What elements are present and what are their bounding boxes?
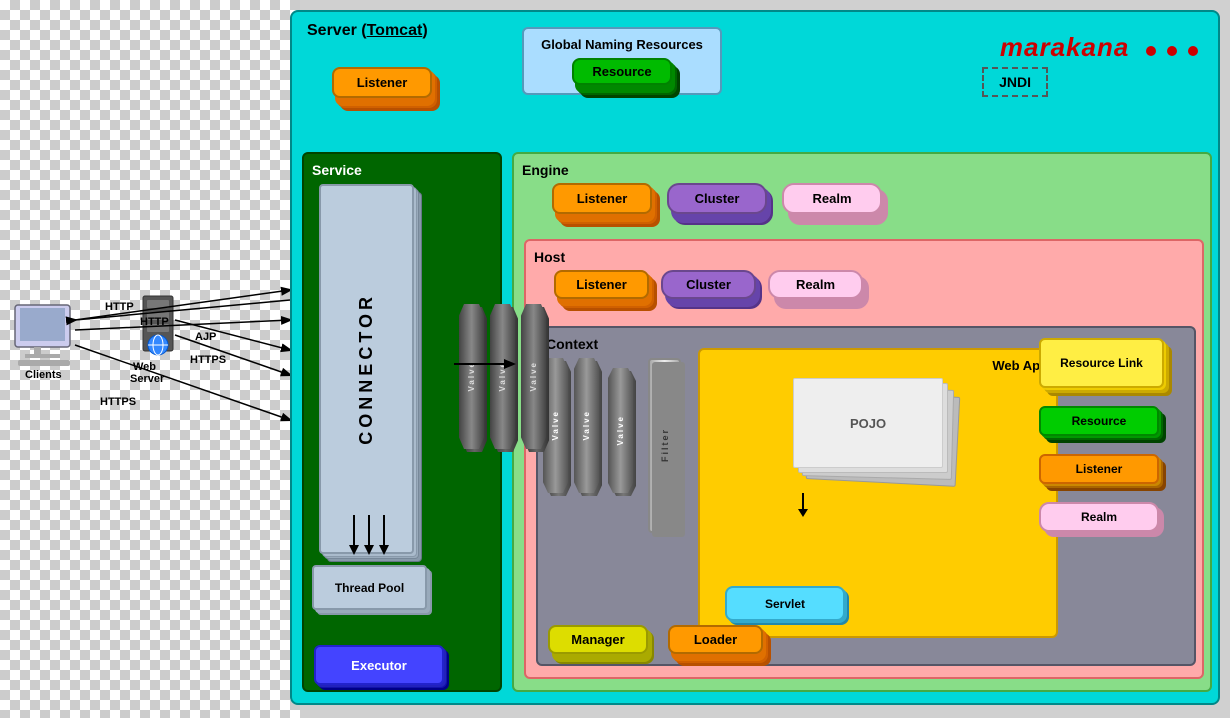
- executor-area: Executor: [314, 645, 444, 685]
- host-container: Host Listener Cluster: [524, 239, 1204, 679]
- svg-text:HTTP: HTTP: [140, 316, 169, 328]
- jndi-label: JNDI: [999, 74, 1031, 90]
- host-realm-button: Realm: [768, 270, 863, 299]
- engine-realm-label: Realm: [782, 183, 882, 214]
- valve-2: Valve: [574, 358, 602, 498]
- servlet-label: Servlet: [765, 597, 805, 611]
- host-cluster-label: Cluster: [661, 270, 756, 299]
- engine-valve-1: Valve: [459, 304, 487, 454]
- context-realm-button: Realm: [1039, 502, 1164, 537]
- inner-valve-label: Valve: [616, 415, 625, 445]
- engine-listener-label: Listener: [552, 183, 652, 214]
- context-right-column: Resource Link Resource Listene: [1039, 338, 1189, 537]
- pojo-front: POJO: [793, 378, 943, 468]
- down-arrows-svg: [344, 515, 394, 555]
- filter-area: Filter: [648, 358, 681, 533]
- valve-2-label: Valve: [582, 410, 591, 440]
- webapp-label: Web App: [708, 358, 1048, 373]
- svg-text:HTTP: HTTP: [105, 301, 134, 313]
- thread-pool-label: Thread Pool: [335, 581, 404, 595]
- manager-button: Manager: [548, 625, 648, 654]
- brand-name: marakana: [1000, 32, 1129, 62]
- dot1: [1146, 46, 1156, 56]
- servlet-button: Servlet: [725, 586, 845, 621]
- listener-top-label: Listener: [332, 67, 432, 98]
- loader-button: Loader: [668, 625, 763, 654]
- network-connections: Clients Web Server HTTP HTTP AJP HTTPS H…: [0, 0, 300, 718]
- host-listener-label: Listener: [554, 270, 649, 299]
- engine-container: Engine Listener Cluster Realm: [512, 152, 1212, 692]
- gnr-resource-button: Resource: [572, 58, 672, 85]
- thread-pool-area: Thread Pool: [312, 565, 427, 610]
- manager-label: Manager: [548, 625, 648, 654]
- engine-valve-2: Valve: [490, 304, 518, 454]
- engine-valves: Valve Valve Valve: [459, 304, 549, 454]
- pojo-servlet-arrow: [788, 493, 818, 518]
- main-container: Server (Tomcat) marakana JNDI Global Nam…: [290, 10, 1220, 705]
- webapp-box: Web App POJO: [698, 348, 1058, 638]
- jndi-box: JNDI: [982, 67, 1048, 97]
- valve-1-label: Valve: [551, 410, 560, 440]
- host-label: Host: [534, 249, 1194, 265]
- ctx-listener-label: Listener: [1039, 454, 1159, 484]
- thread-pool-box: Thread Pool: [312, 565, 427, 610]
- context-resource-button: Resource: [1039, 406, 1164, 441]
- inner-valves: Valve: [608, 368, 636, 498]
- svg-text:HTTPS: HTTPS: [190, 354, 226, 366]
- gnr-title: Global Naming Resources: [539, 37, 705, 52]
- connector-area: CONNECTOR: [319, 184, 429, 564]
- host-cluster-button: Cluster: [661, 270, 756, 299]
- svg-text:Web: Web: [133, 361, 156, 373]
- filter-label: Filter: [660, 428, 670, 462]
- context-listener-button: Listener: [1039, 454, 1164, 489]
- tomcat-label: Tomcat: [367, 22, 423, 39]
- pojo-label: POJO: [850, 416, 886, 431]
- engine-cluster-label: Cluster: [667, 183, 767, 214]
- connector-label: CONNECTOR: [356, 293, 377, 445]
- engine-label: Engine: [522, 162, 1202, 178]
- resource-link-button: Resource Link: [1039, 338, 1169, 393]
- svg-text:Clients: Clients: [25, 369, 62, 381]
- ctx-resource-label: Resource: [1039, 406, 1159, 436]
- executor-label: Executor: [351, 658, 407, 673]
- brand-dots: [1143, 32, 1198, 63]
- resource-link-label: Resource Link: [1039, 338, 1164, 388]
- ctx-realm-label: Realm: [1039, 502, 1159, 532]
- svg-text:HTTPS: HTTPS: [100, 396, 136, 408]
- engine-realm-button: Realm: [782, 183, 882, 214]
- svg-text:AJP: AJP: [195, 331, 216, 343]
- connector-to-host-arrow: [454, 349, 519, 379]
- service-label: Service: [312, 162, 492, 178]
- executor-button: Executor: [314, 645, 444, 685]
- host-listener-button: Listener: [554, 270, 649, 299]
- engine-top-row: Listener Cluster Realm: [522, 183, 1202, 214]
- servlet-area: Servlet: [725, 586, 845, 621]
- pojo-area: POJO: [793, 378, 963, 488]
- dot3: [1188, 46, 1198, 56]
- engine-valve-3: Valve: [521, 304, 549, 454]
- dot2: [1167, 46, 1177, 56]
- context-container: Context Valve Valve: [536, 326, 1196, 666]
- svg-text:Server: Server: [130, 373, 165, 385]
- connection-arrows: Clients Web Server HTTP HTTP AJP HTTPS H…: [0, 0, 300, 718]
- inner-valve-1: Valve: [608, 368, 636, 498]
- connector-box: CONNECTOR: [319, 184, 414, 554]
- engine-valve-3-label: Valve: [529, 361, 538, 391]
- engine-cluster-button: Cluster: [667, 183, 767, 214]
- context-valves: Valve Valve: [543, 358, 602, 498]
- listener-top-area: Listener: [332, 67, 432, 98]
- context-bottom-row: Manager Loader: [548, 625, 763, 654]
- host-realm-label: Realm: [768, 270, 863, 299]
- brand-logo: marakana: [1000, 32, 1198, 63]
- gnr-box: Global Naming Resources Resource: [522, 27, 722, 95]
- host-top-row: Listener Cluster Realm: [534, 270, 1194, 299]
- gnr-resource-label: Resource: [572, 58, 672, 85]
- listener-top-button: Listener: [332, 67, 432, 98]
- loader-label: Loader: [668, 625, 763, 654]
- engine-listener-button: Listener: [552, 183, 652, 214]
